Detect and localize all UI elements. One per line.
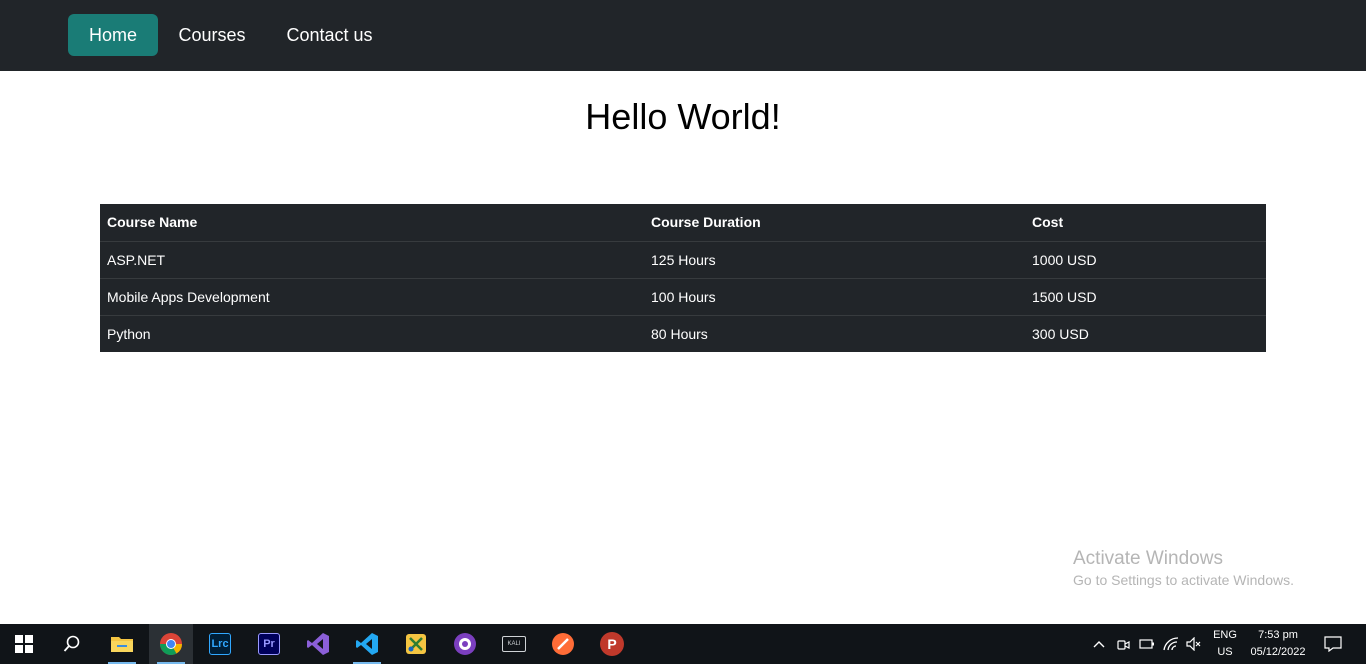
- windows-start-icon[interactable]: [2, 624, 46, 664]
- watermark-title: Activate Windows: [1073, 548, 1223, 569]
- activate-windows-watermark: Activate Windows Go to Settings to activ…: [1073, 548, 1294, 590]
- course-duration-cell: 100 Hours: [644, 277, 1025, 315]
- nav-home-link[interactable]: Home: [68, 14, 158, 56]
- meet-now-icon[interactable]: [1112, 624, 1134, 664]
- postman-icon[interactable]: [541, 624, 585, 664]
- course-name-cell: Python: [100, 314, 644, 352]
- github-desktop-icon[interactable]: [443, 624, 487, 664]
- course-name-cell: Mobile Apps Development: [100, 277, 644, 315]
- notification-center-icon[interactable]: [1318, 624, 1348, 664]
- wifi-icon[interactable]: [1160, 624, 1182, 664]
- region-label: US: [1217, 646, 1233, 658]
- search-icon[interactable]: [50, 624, 94, 664]
- column-header-course-duration: Course Duration: [651, 214, 761, 231]
- column-header-course-name: Course Name: [107, 214, 198, 231]
- nav-contact-link[interactable]: Contact us: [272, 14, 387, 56]
- file-explorer-icon[interactable]: [100, 624, 144, 664]
- chrome-icon[interactable]: [149, 624, 193, 664]
- table-row: Mobile Apps Development 100 Hours 1500 U…: [100, 277, 1266, 315]
- course-cost-cell: 1500 USD: [1025, 277, 1266, 315]
- clock-date: 05/12/2022: [1250, 646, 1306, 658]
- watermark-subtitle: Go to Settings to activate Windows.: [1073, 572, 1294, 588]
- course-duration-cell: 125 Hours: [644, 240, 1025, 278]
- courses-table: Course Name Course Duration Cost ASP.NET…: [100, 204, 1266, 352]
- clock[interactable]: 7:53 pm 05/12/2022: [1244, 624, 1312, 664]
- snipping-tool-icon[interactable]: [394, 624, 438, 664]
- table-row: Python 80 Hours 300 USD: [100, 314, 1266, 352]
- course-cost-cell: 300 USD: [1025, 314, 1266, 352]
- battery-icon[interactable]: [1136, 624, 1158, 664]
- clock-time: 7:53 pm: [1258, 629, 1298, 641]
- show-hidden-icons-chevron-icon[interactable]: [1088, 624, 1110, 664]
- table-row: ASP.NET 125 Hours 1000 USD: [100, 240, 1266, 278]
- premiere-pro-icon[interactable]: Pr: [247, 624, 291, 664]
- language-indicator[interactable]: ENG US: [1208, 624, 1242, 664]
- course-duration-cell: 80 Hours: [644, 314, 1025, 352]
- visual-studio-icon[interactable]: [296, 624, 340, 664]
- nav-courses-link[interactable]: Courses: [165, 14, 259, 56]
- top-navbar: Home Courses Contact us: [0, 0, 1366, 71]
- kali-terminal-icon[interactable]: KALI: [492, 624, 536, 664]
- lightroom-classic-icon[interactable]: Lrc: [198, 624, 242, 664]
- psiphon-icon[interactable]: P: [590, 624, 634, 664]
- course-cost-cell: 1000 USD: [1025, 240, 1266, 278]
- table-header-row: Course Name Course Duration Cost: [100, 204, 1266, 241]
- volume-muted-icon[interactable]: [1183, 624, 1205, 664]
- course-name-cell: ASP.NET: [100, 240, 644, 278]
- windows-taskbar: Lrc Pr KALI P ENG US 7:53 pm 05/12/2022: [0, 624, 1366, 664]
- language-label: ENG: [1213, 629, 1237, 641]
- page-heading: Hello World!: [585, 96, 781, 137]
- column-header-cost: Cost: [1032, 214, 1064, 231]
- vscode-icon[interactable]: [345, 624, 389, 664]
